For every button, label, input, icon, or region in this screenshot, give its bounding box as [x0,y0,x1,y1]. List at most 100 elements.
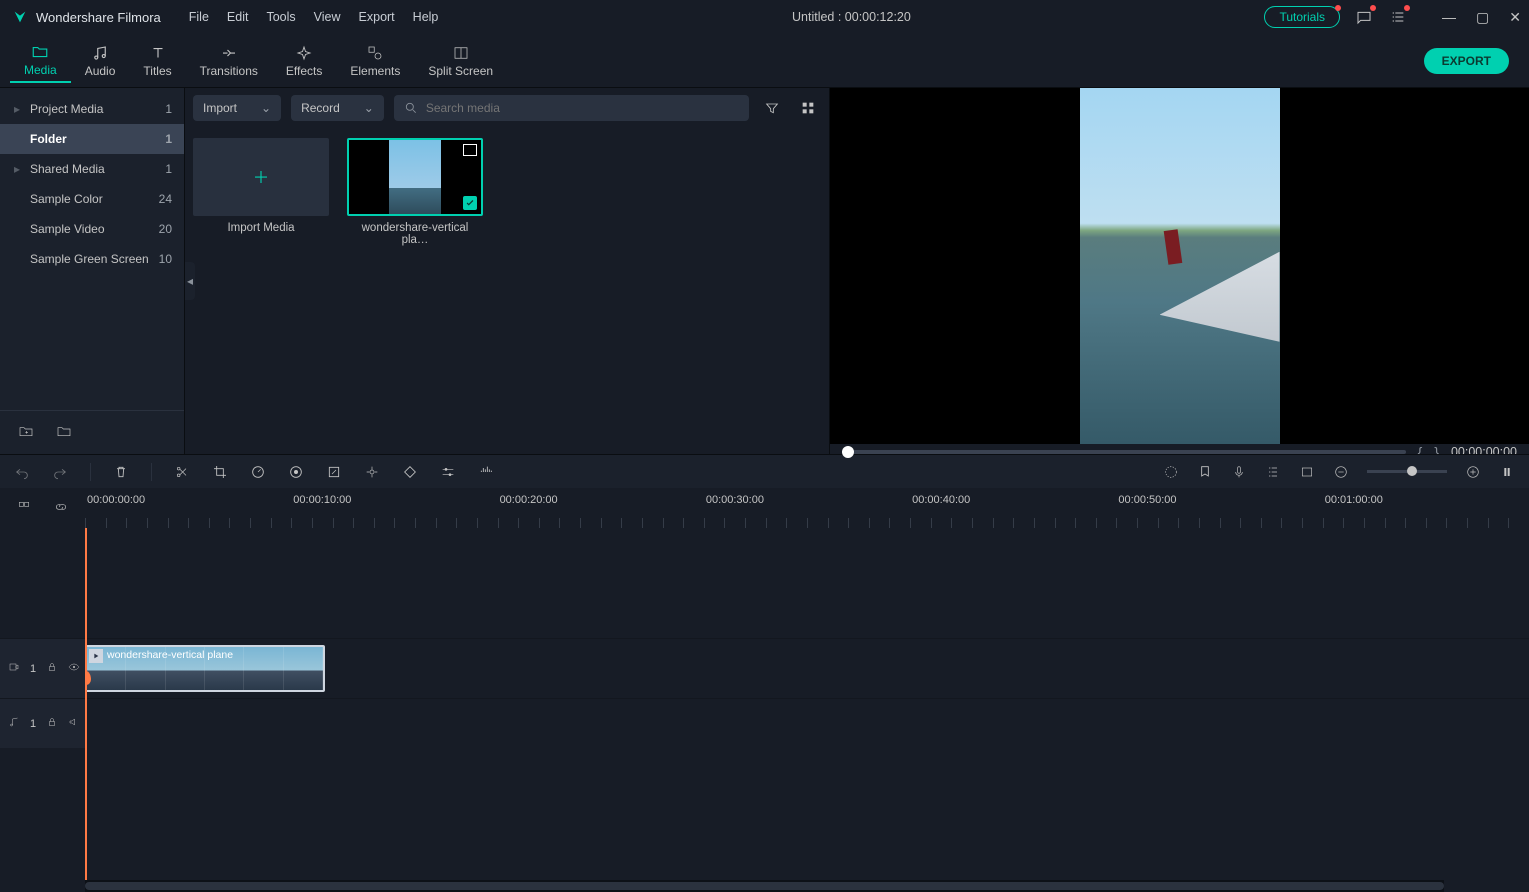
audio-track-row: 1 [0,698,1529,748]
sidebar-item-folder[interactable]: Folder1 [0,124,184,154]
video-track-icon [8,661,20,676]
eye-icon[interactable] [68,661,80,676]
safe-zone-icon[interactable] [1299,464,1315,480]
lock-icon[interactable] [46,716,58,731]
sidebar-item-shared-media[interactable]: ▸ Shared Media1 [0,154,184,184]
undo-icon[interactable] [14,464,30,480]
zoom-fit-icon[interactable] [1499,464,1515,480]
lock-icon[interactable] [46,661,58,676]
menu-file[interactable]: File [189,10,209,24]
sparkle-icon [295,44,313,62]
sidebar-collapse-handle[interactable]: ◂ [185,262,195,300]
tab-elements[interactable]: Elements [336,40,414,82]
keyframe-icon[interactable] [402,464,418,480]
filter-icon[interactable] [759,95,785,121]
green-screen-icon[interactable] [326,464,342,480]
folder-icon[interactable] [56,423,72,442]
titlebar: Wondershare Filmora File Edit Tools View… [0,0,1529,34]
import-dropdown[interactable]: Import⌄ [193,95,281,121]
tasks-icon[interactable] [1388,7,1408,27]
timeline: 00:00:00:0000:00:10:0000:00:20:0000:00:3… [0,488,1529,892]
audio-wave-icon[interactable] [478,464,494,480]
tab-audio[interactable]: Audio [71,40,130,82]
shapes-icon [366,44,384,62]
sidebar-item-sample-color[interactable]: Sample Color24 [0,184,184,214]
plus-icon [252,168,270,186]
menu-edit[interactable]: Edit [227,10,249,24]
zoom-slider[interactable] [1367,470,1447,473]
window-minimize-icon[interactable]: — [1442,9,1456,26]
chevron-down-icon: ⌄ [261,101,271,115]
chevron-down-icon: ⌄ [364,101,374,115]
audio-track-body[interactable] [85,699,1529,748]
color-icon[interactable] [288,464,304,480]
import-media-card[interactable]: Import Media [193,138,329,234]
motion-tracking-icon[interactable] [364,464,380,480]
menu-help[interactable]: Help [413,10,439,24]
chevron-right-icon: ▸ [14,162,24,176]
marker-icon[interactable] [1197,464,1213,480]
sidebar-item-sample-green-screen[interactable]: Sample Green Screen10 [0,244,184,274]
add-folder-icon[interactable] [18,423,34,442]
preview-scrubber[interactable] [842,450,1406,454]
link-icon[interactable] [54,500,68,517]
zoom-in-icon[interactable] [1465,464,1481,480]
menu-tools[interactable]: Tools [266,10,295,24]
tab-media[interactable]: Media [10,39,71,83]
media-sidebar: ▸ Project Media1 Folder1 ▸ Shared Media1… [0,88,185,454]
video-badge-icon [463,144,477,156]
mixer-icon[interactable] [1265,464,1281,480]
sidebar-item-sample-video[interactable]: Sample Video20 [0,214,184,244]
timeline-toolbar [0,454,1529,488]
crop-icon[interactable] [212,464,228,480]
timeline-clip[interactable]: wondershare-vertical plane [85,645,325,692]
chevron-right-icon: ▸ [14,102,24,116]
mute-icon[interactable] [68,716,80,731]
tab-transitions[interactable]: Transitions [186,40,272,82]
tab-titles[interactable]: Titles [129,40,185,82]
grid-view-icon[interactable] [795,95,821,121]
redo-icon[interactable] [52,464,68,480]
music-note-icon [91,44,109,62]
adjust-icon[interactable] [440,464,456,480]
split-icon[interactable] [174,464,190,480]
search-input[interactable] [394,95,749,121]
tool-tabs: Media Audio Titles Transitions Effects E… [0,34,1529,88]
folder-icon [31,43,49,61]
menu-view[interactable]: View [314,10,341,24]
messages-icon[interactable] [1354,7,1374,27]
window-maximize-icon[interactable]: ▢ [1476,9,1489,26]
sidebar-item-project-media[interactable]: ▸ Project Media1 [0,94,184,124]
tab-split-screen[interactable]: Split Screen [414,40,507,82]
voiceover-icon[interactable] [1231,464,1247,480]
menu-export[interactable]: Export [359,10,395,24]
transitions-icon [220,44,238,62]
checkmark-icon [463,196,477,210]
splitscreen-icon [452,44,470,62]
timeline-ruler[interactable]: 00:00:00:0000:00:10:0000:00:20:0000:00:3… [85,488,1529,528]
record-dropdown[interactable]: Record⌄ [291,95,384,121]
search-icon [404,101,418,115]
speed-icon[interactable] [250,464,266,480]
delete-icon[interactable] [113,464,129,480]
preview-canvas[interactable] [830,88,1529,444]
zoom-out-icon[interactable] [1333,464,1349,480]
app-name: Wondershare Filmora [36,10,161,25]
media-clip-card[interactable]: wondershare-vertical pla… [347,138,483,246]
tab-effects[interactable]: Effects [272,40,336,82]
audio-track-icon [8,716,20,731]
preview-panel: { } 00:00:00:00 Full⌄ [829,88,1529,454]
video-track-body[interactable]: wondershare-vertical plane [85,639,1529,698]
tutorials-button[interactable]: Tutorials [1264,6,1340,28]
export-button[interactable]: EXPORT [1424,48,1509,74]
thumbnails-toggle-icon[interactable] [17,500,31,517]
timeline-scrollbar[interactable] [85,880,1444,892]
project-title: Untitled : 00:00:12:20 [438,10,1264,24]
media-browser: Import⌄ Record⌄ Import Media [185,88,829,454]
text-icon [149,44,167,62]
window-close-icon[interactable]: ✕ [1509,9,1521,26]
render-icon[interactable] [1163,464,1179,480]
video-track-row: 1 wondershare-vertical plane [0,638,1529,698]
app-logo-icon [12,9,28,25]
menu-bar: File Edit Tools View Export Help [189,10,439,24]
